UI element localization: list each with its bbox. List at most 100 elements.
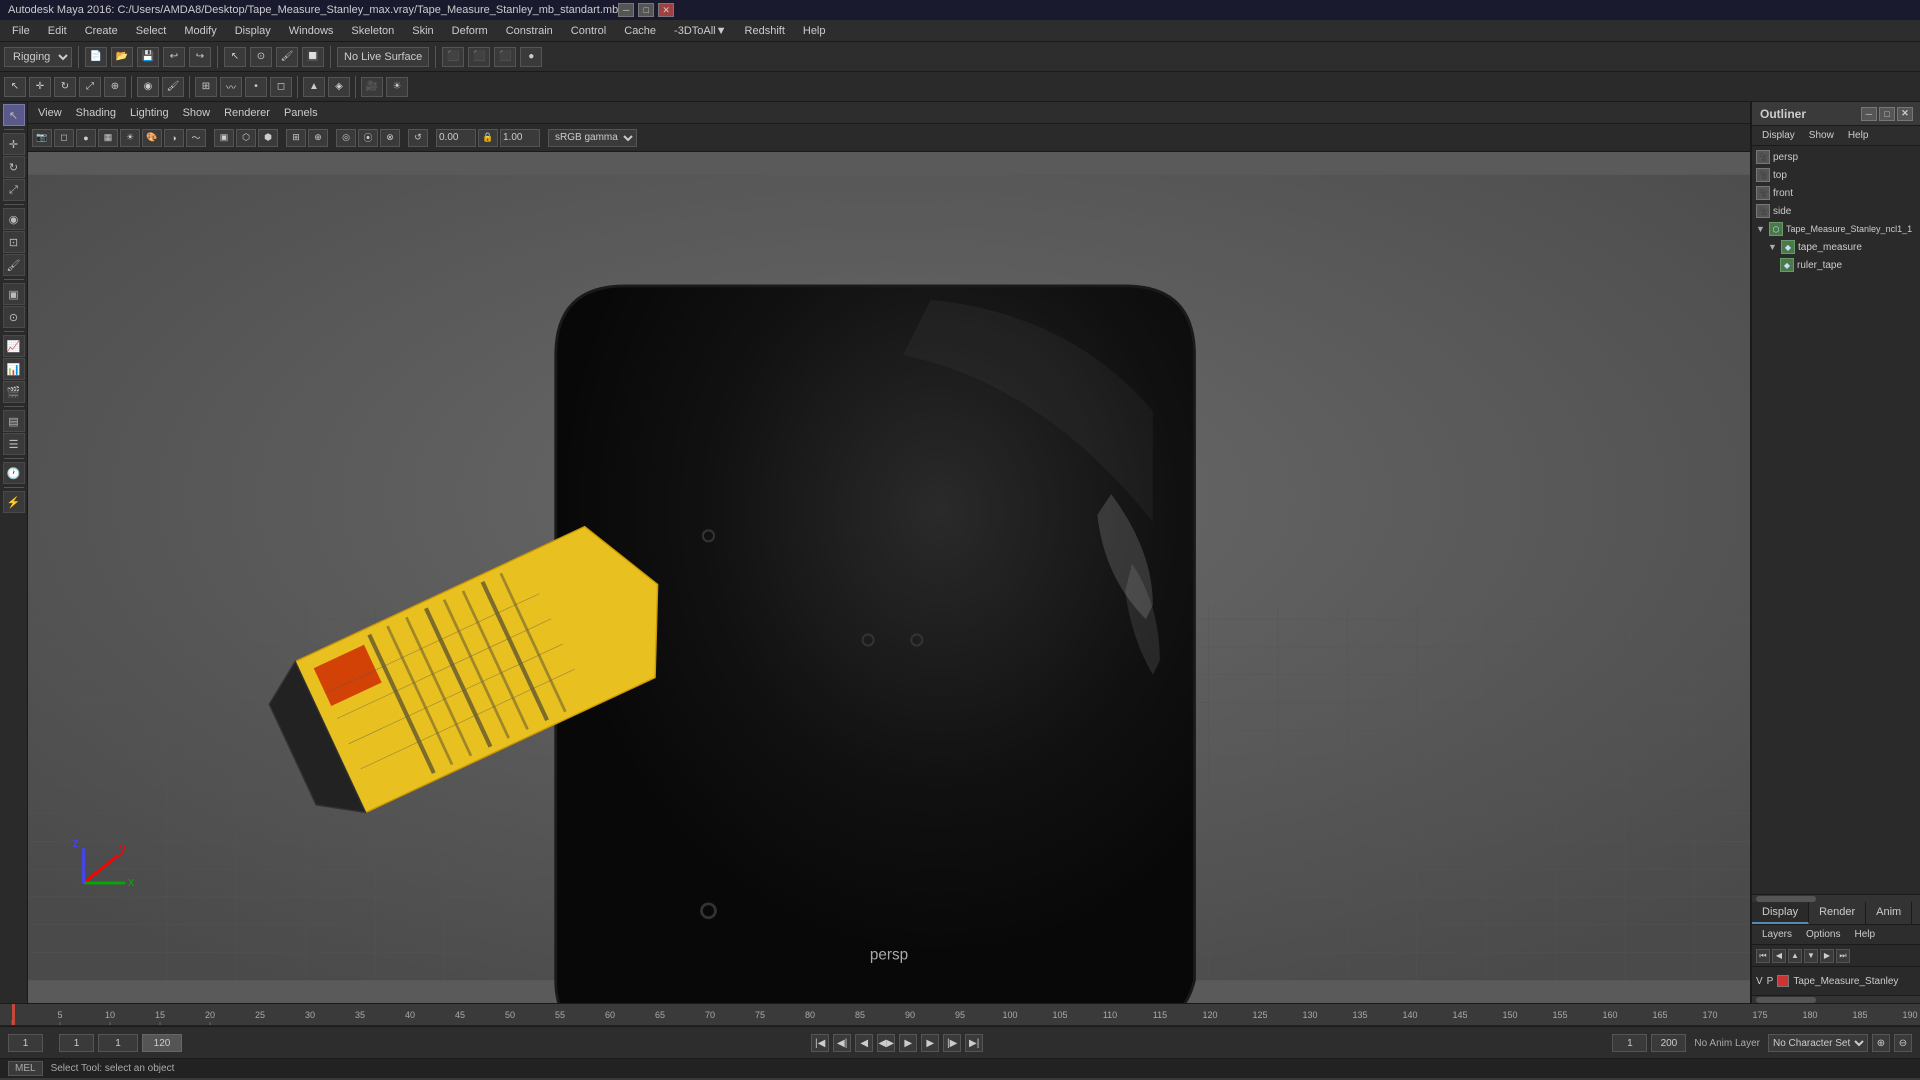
btn-play-back[interactable]: ◀▶: [877, 1034, 895, 1052]
vp-scale-input[interactable]: [500, 129, 540, 147]
frame-end-box[interactable]: 120: [142, 1034, 182, 1052]
vp-gamma-select[interactable]: sRGB gamma: [548, 129, 637, 147]
vp-menu-renderer[interactable]: Renderer: [218, 105, 276, 121]
vp-color-btn[interactable]: 🎨: [142, 129, 162, 147]
vp-menu-show[interactable]: Show: [177, 105, 217, 121]
vp-shadow-btn[interactable]: ◑: [164, 129, 184, 147]
cam-btn[interactable]: 🎥: [361, 77, 383, 97]
menu-skin[interactable]: Skin: [404, 23, 441, 39]
vp-value-input[interactable]: [436, 129, 476, 147]
snap-btn[interactable]: 🔲: [302, 47, 324, 67]
layers-next-btn[interactable]: ▶: [1820, 949, 1834, 963]
menu-constrain[interactable]: Constrain: [498, 23, 561, 39]
menu-deform[interactable]: Deform: [444, 23, 496, 39]
select-icon[interactable]: ↖: [3, 104, 25, 126]
current-frame-box[interactable]: 1: [98, 1034, 138, 1052]
menu-skeleton[interactable]: Skeleton: [343, 23, 402, 39]
rotate-icon[interactable]: ↻: [3, 156, 25, 178]
graph-ed-icon[interactable]: 📈: [3, 335, 25, 357]
move-icon[interactable]: ✛: [3, 133, 25, 155]
mode-selector[interactable]: Rigging: [4, 47, 72, 67]
snap-surface-btn[interactable]: ◻: [270, 77, 292, 97]
render-btn1[interactable]: ⬛: [442, 47, 464, 67]
menu-redshift[interactable]: Redshift: [737, 23, 793, 39]
extrude-btn[interactable]: ▲: [303, 77, 325, 97]
quick-icon[interactable]: ⚡: [3, 491, 25, 513]
light-btn[interactable]: ☀: [386, 77, 408, 97]
tab-anim[interactable]: Anim: [1866, 902, 1912, 924]
vp-menu-lighting[interactable]: Lighting: [124, 105, 175, 121]
layer-p-btn[interactable]: P: [1767, 976, 1774, 987]
vp-hud-btn[interactable]: ⊕: [308, 129, 328, 147]
outliner-item-top[interactable]: 🎥 top: [1754, 166, 1919, 184]
paint-sel-btn[interactable]: 🖌: [162, 77, 184, 97]
tab-display[interactable]: Display: [1752, 902, 1809, 924]
anim-start-input[interactable]: [1612, 1034, 1647, 1052]
minimize-button[interactable]: ─: [618, 3, 634, 17]
trax-ed-icon[interactable]: 🎬: [3, 381, 25, 403]
status-mode[interactable]: MEL: [8, 1061, 43, 1076]
ipr-btn[interactable]: ●: [520, 47, 542, 67]
lasso-icon[interactable]: ⊙: [3, 306, 25, 328]
btn-next-frame[interactable]: ▶: [921, 1034, 939, 1052]
layers-forward-btn[interactable]: ⏭: [1836, 949, 1850, 963]
vp-shading-btn[interactable]: ●: [76, 129, 96, 147]
close-button[interactable]: ✕: [658, 3, 674, 17]
menu-select[interactable]: Select: [128, 23, 175, 39]
outliner-item-tape-measure[interactable]: ▼ ◆ tape_measure: [1766, 238, 1919, 256]
save-btn[interactable]: 💾: [137, 47, 159, 67]
select-btn[interactable]: ↖: [224, 47, 246, 67]
layers-opt-layers[interactable]: Layers: [1756, 928, 1798, 941]
sym-icon[interactable]: ⊡: [3, 231, 25, 253]
layers-icon[interactable]: ▤: [3, 410, 25, 432]
vp-display-btn[interactable]: ◻: [54, 129, 74, 147]
vp-rough-btn[interactable]: ⬢: [258, 129, 278, 147]
restore-button[interactable]: □: [638, 3, 654, 17]
layers-opt-help[interactable]: Help: [1848, 928, 1881, 941]
move-tool-btn[interactable]: ✛: [29, 77, 51, 97]
btn-go-end[interactable]: ▶|: [965, 1034, 983, 1052]
vp-lock-btn[interactable]: 🔒: [478, 129, 498, 147]
outliner-minimize-btn[interactable]: ─: [1861, 107, 1877, 121]
layer-v-btn[interactable]: V: [1756, 976, 1763, 987]
region-icon[interactable]: ▣: [3, 283, 25, 305]
layers-opt-options[interactable]: Options: [1800, 928, 1846, 941]
manip-tool-btn[interactable]: ⊕: [104, 77, 126, 97]
vp-grid-btn[interactable]: ⊞: [286, 129, 306, 147]
snap-curve-btn[interactable]: 〰: [220, 77, 242, 97]
vp-texture-btn[interactable]: ▦: [98, 129, 118, 147]
vp-smooth-btn[interactable]: ⬡: [236, 129, 256, 147]
paint-icon[interactable]: 🖌: [3, 254, 25, 276]
menu-create[interactable]: Create: [77, 23, 126, 39]
outliner-item-ruler[interactable]: ◆ ruler_tape: [1778, 256, 1919, 274]
select-tool-btn[interactable]: ↖: [4, 77, 26, 97]
scale-tool-btn[interactable]: ⤢: [79, 77, 101, 97]
viewport[interactable]: View Shading Lighting Show Renderer Pane…: [28, 102, 1750, 1003]
layers-rewind-btn[interactable]: ⏮: [1756, 949, 1770, 963]
soft-sel-icon[interactable]: ◉: [3, 208, 25, 230]
outliner-item-side[interactable]: 🎥 side: [1754, 202, 1919, 220]
menu-control[interactable]: Control: [563, 23, 614, 39]
vp-xray-btn[interactable]: ⦿: [358, 129, 378, 147]
character-set-select[interactable]: No Character Set: [1768, 1034, 1868, 1052]
outliner-scrollbar[interactable]: [1752, 894, 1920, 902]
btn-go-start[interactable]: |◀: [811, 1034, 829, 1052]
history-icon[interactable]: 🕐: [3, 462, 25, 484]
btn-next-key[interactable]: |▶: [943, 1034, 961, 1052]
redo-btn[interactable]: ↪: [189, 47, 211, 67]
rotate-tool-btn[interactable]: ↻: [54, 77, 76, 97]
outliner-item-group[interactable]: ▼ ⬡ Tape_Measure_Stanley_ncl1_1: [1754, 220, 1919, 238]
menu-help[interactable]: Help: [795, 23, 834, 39]
outliner-close-btn[interactable]: ✕: [1897, 107, 1913, 121]
open-btn[interactable]: 📂: [111, 47, 133, 67]
scale-icon[interactable]: ⤢: [3, 179, 25, 201]
vp-menu-shading[interactable]: Shading: [70, 105, 122, 121]
anim-end-input[interactable]: [1651, 1034, 1686, 1052]
vp-wireframe-btn[interactable]: ▣: [214, 129, 234, 147]
outliner-menu-display[interactable]: Display: [1756, 128, 1801, 143]
vp-menu-view[interactable]: View: [32, 105, 68, 121]
menu-display[interactable]: Display: [227, 23, 279, 39]
layers-prev-btn[interactable]: ◀: [1772, 949, 1786, 963]
undo-btn[interactable]: ↩: [163, 47, 185, 67]
menu-windows[interactable]: Windows: [281, 23, 342, 39]
